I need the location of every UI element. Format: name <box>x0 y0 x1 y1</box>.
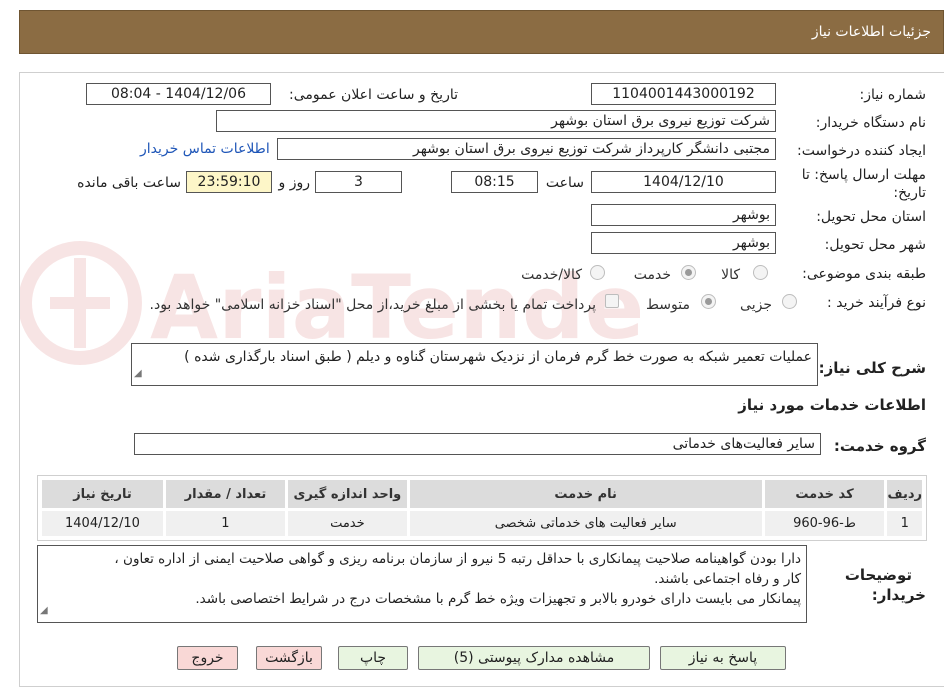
service-group-label: گروه خدمت: <box>833 437 926 455</box>
print-button[interactable]: چاپ <box>338 646 408 670</box>
col-header-row-no: ردیف <box>884 477 925 511</box>
need-number-label: شماره نیاز: <box>859 87 927 103</box>
notes-line-3: پیمانکار می بایست دارای خودرو بالابر و ت… <box>195 591 801 607</box>
deadline-time-field: 08:15 <box>451 171 538 193</box>
table-row: 1 ط-96-960 سایر فعالیت های خدماتی شخصی خ… <box>39 508 925 539</box>
summary-textarea[interactable]: عملیات تعمیر شبکه به صورت خط گرم فرمان ا… <box>131 343 818 386</box>
page-header: جزئیات اطلاعات نیاز <box>19 10 944 54</box>
cell-unit: خدمت <box>284 508 410 539</box>
summary-label: شرح کلی نیاز: <box>818 359 926 377</box>
category-radio-service[interactable] <box>681 265 696 280</box>
category-option-goods: کالا <box>721 267 740 283</box>
remaining-label: ساعت باقی مانده <box>77 175 181 191</box>
category-option-service: خدمت <box>633 267 671 283</box>
need-number-field: 1104001443000192 <box>591 83 776 105</box>
buyer-contact-link[interactable]: اطلاعات تماس خریدار <box>140 141 270 157</box>
col-header-service-name: نام خدمت <box>406 477 765 511</box>
exit-button[interactable]: خروج <box>177 646 238 670</box>
days-label: روز و <box>278 175 311 191</box>
treasury-payment-checkbox[interactable] <box>605 294 619 308</box>
category-radio-goods-service[interactable] <box>590 265 605 280</box>
resize-grip-icon[interactable]: ◢ <box>134 364 142 384</box>
col-header-service-code: کد خدمت <box>761 477 888 511</box>
city-field: بوشهر <box>591 232 776 254</box>
reply-button[interactable]: پاسخ به نیاز <box>660 646 786 670</box>
notes-line-1: دارا بودن گواهینامه صلاحیت پیمانکاری با … <box>114 551 801 567</box>
deadline-label-2: تاریخ: <box>893 185 926 201</box>
cell-row-no: 1 <box>884 508 925 539</box>
category-option-goods-service: کالا/خدمت <box>521 267 582 283</box>
back-button[interactable]: بازگشت <box>256 646 322 670</box>
deadline-time-label: ساعت <box>545 175 584 191</box>
notes-label-2: خریدار: <box>871 586 926 604</box>
category-radio-goods[interactable] <box>753 265 768 280</box>
cell-quantity: 1 <box>162 508 288 539</box>
remaining-days-field: 3 <box>315 171 402 193</box>
announce-label: تاریخ و ساعت اعلان عمومی: <box>289 87 458 103</box>
process-radio-medium[interactable] <box>701 294 716 309</box>
city-label: شهر محل تحویل: <box>824 237 926 253</box>
resize-grip-icon[interactable]: ◢ <box>40 601 48 621</box>
deadline-date-field: 1404/12/10 <box>591 171 776 193</box>
cell-service-name: سایر فعالیت های خدماتی شخصی <box>406 508 765 539</box>
col-header-need-date: تاریخ نیاز <box>39 477 166 511</box>
remaining-time-field: 23:59:10 <box>186 171 272 193</box>
col-header-quantity: تعداد / مقدار <box>162 477 288 511</box>
announce-datetime-field: 1404/12/06 - 08:04 <box>86 83 271 105</box>
services-table: ردیف کد خدمت نام خدمت واحد اندازه گیری ت… <box>39 477 925 539</box>
province-field: بوشهر <box>591 204 776 226</box>
page-title: جزئیات اطلاعات نیاز <box>811 24 931 40</box>
deadline-label: مهلت ارسال پاسخ: تا <box>801 167 926 183</box>
treasury-payment-note: پرداخت تمام یا بخشی از مبلغ خرید،از محل … <box>149 297 596 313</box>
services-heading: اطلاعات خدمات مورد نیاز <box>738 396 926 414</box>
buyer-label: نام دستگاه خریدار: <box>815 115 926 131</box>
buyer-notes-textarea[interactable]: دارا بودن گواهینامه صلاحیت پیمانکاری با … <box>37 545 807 623</box>
attachments-button[interactable]: مشاهده مدارک پیوستی (5) <box>418 646 650 670</box>
col-header-unit: واحد اندازه گیری <box>284 477 410 511</box>
process-label: نوع فرآیند خرید : <box>827 295 926 311</box>
process-option-medium: متوسط <box>646 297 690 313</box>
table-header-row: ردیف کد خدمت نام خدمت واحد اندازه گیری ت… <box>39 477 925 511</box>
cell-need-date: 1404/12/10 <box>39 508 166 539</box>
process-option-minor: جزیی <box>740 297 772 313</box>
province-label: استان محل تحویل: <box>816 209 926 225</box>
creator-field: مجتبی دانشگر کارپرداز شرکت توزیع نیروی ب… <box>277 138 776 160</box>
buyer-name-field: شرکت توزیع نیروی برق استان بوشهر <box>216 110 776 132</box>
process-radio-minor[interactable] <box>782 294 797 309</box>
summary-text: عملیات تعمیر شبکه به صورت خط گرم فرمان ا… <box>184 349 812 365</box>
cell-service-code: ط-96-960 <box>761 508 888 539</box>
service-group-field: سایر فعالیت‌های خدماتی <box>134 433 821 455</box>
notes-label: توضیحات <box>844 566 912 584</box>
creator-label: ایجاد کننده درخواست: <box>797 143 926 159</box>
category-label: طبقه بندی موضوعی: <box>802 266 926 282</box>
notes-line-2: کار و رفاه اجتماعی باشند. <box>654 571 801 587</box>
